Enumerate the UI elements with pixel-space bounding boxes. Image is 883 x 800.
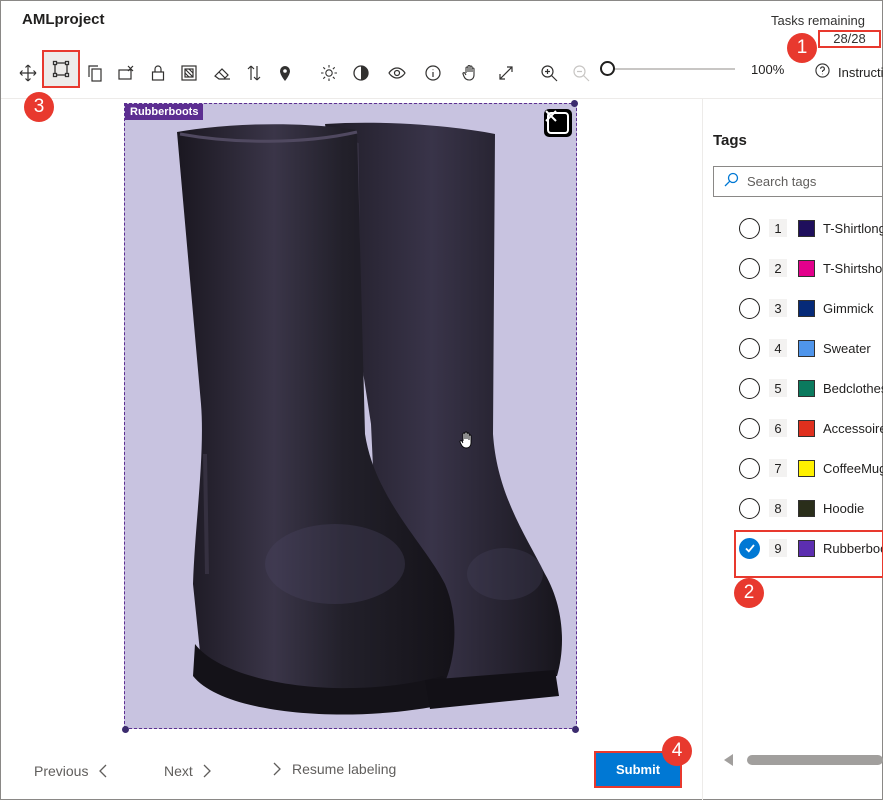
tag-name: Gimmick [823,300,874,316]
tag-item[interactable]: 7 CoffeeMugs [739,455,883,481]
instructions-label: Instructions [838,64,883,80]
move-icon[interactable] [17,62,39,84]
tag-item[interactable]: 3 Gimmick [739,295,874,321]
tag-name: T-Shirtlong [823,220,883,236]
info-icon[interactable] [422,62,444,84]
brightness-icon[interactable] [318,62,340,84]
tag-color-swatch [798,379,815,397]
chevron-left-icon [99,764,107,778]
resume-labeling-button[interactable]: Resume labeling [273,761,396,777]
callout-badge: 3 [24,92,54,122]
pin-icon[interactable] [274,62,296,84]
lock-icon[interactable] [147,62,169,84]
eraser-icon[interactable] [211,62,233,84]
help-icon [815,63,830,81]
box-tag-label: Rubberboots [125,104,204,120]
box-resize-handle[interactable] [571,100,578,107]
tag-radio[interactable] [739,217,760,239]
fit-expand-icon[interactable] [495,62,517,84]
zoom-in-icon[interactable] [538,62,560,84]
tag-number: 8 [769,499,787,517]
callout-badge: 4 [662,736,692,766]
tag-color-swatch [798,259,815,277]
box-resize-handle[interactable] [122,726,129,733]
pan-hand-icon[interactable] [459,62,481,84]
tag-item[interactable]: 5 Bedclothes [739,375,883,401]
tag-number: 5 [769,379,787,397]
tag-radio[interactable] [739,377,760,399]
instructions-button[interactable]: Instructions [815,63,883,81]
tags-panel: Tags 1 T-Shirtlong 2 T-Shirtshort 3 Gimm… [703,99,883,749]
tag-name: CoffeeMugs [823,460,883,476]
visibility-icon[interactable] [386,62,408,84]
tag-number: 4 [769,339,787,357]
tag-number: 7 [769,459,787,477]
previous-label: Previous [34,763,89,779]
hand-cursor-icon [459,431,472,449]
close-icon [545,110,569,134]
search-icon [724,172,739,192]
tasks-remaining-count: 28/28 [818,30,881,48]
horizontal-scrollbar[interactable] [724,752,883,768]
zoom-slider-track[interactable] [607,68,735,70]
selected-tag-highlight [734,530,883,578]
tag-color-swatch [798,339,815,357]
bounding-box-region[interactable]: Rubberboots [124,103,577,729]
tag-item[interactable]: 2 T-Shirtshort [739,255,883,281]
swap-icon[interactable] [243,62,265,84]
zoom-slider-thumb[interactable] [600,61,615,76]
tag-name: T-Shirtshort [823,260,883,276]
tag-number: 1 [769,219,787,237]
tag-radio[interactable] [739,417,760,439]
tag-color-swatch [798,299,815,317]
box-resize-handle[interactable] [572,726,579,733]
tag-number: 3 [769,299,787,317]
tasks-remaining-label: Tasks remaining [771,13,865,28]
callout-badge: 1 [787,33,817,63]
resume-labeling-label: Resume labeling [292,761,397,777]
select-region-icon[interactable] [178,62,200,84]
callout-badge: 2 [734,578,764,608]
zoom-value: 100% [751,62,785,77]
clear-boxes-icon[interactable] [115,62,137,84]
chevron-right-icon [203,764,211,778]
zoom-out-icon[interactable] [570,62,592,84]
tag-color-swatch [798,419,815,437]
tag-color-swatch [798,499,815,517]
previous-button[interactable]: Previous [34,763,107,779]
tag-color-swatch [798,219,815,237]
tag-name: Hoodie [823,500,865,516]
tag-radio[interactable] [739,257,760,279]
tag-search-input[interactable] [747,174,867,189]
rectangular-box-icon[interactable] [42,50,80,88]
next-button[interactable]: Next [164,763,212,779]
labeling-canvas[interactable]: Rubberboots [1,99,702,747]
rubber-boots-image [177,122,562,715]
chevron-right-icon [273,762,281,776]
copy-icon[interactable] [84,62,106,84]
tags-title: Tags [713,132,747,149]
tag-radio[interactable] [739,337,760,359]
app-title: AMLproject [22,11,105,28]
footer-bar: Previous Next Resume labeling Submit [1,747,702,799]
tag-color-swatch [798,459,815,477]
tag-name: Bedclothes [823,380,883,396]
tag-item[interactable]: 1 T-Shirtlong [739,215,883,241]
contrast-icon[interactable] [350,62,372,84]
tag-radio[interactable] [739,497,760,519]
tag-radio[interactable] [739,457,760,479]
scroll-left-icon[interactable] [724,754,733,766]
tag-item[interactable]: 6 Accessoires [739,415,883,441]
tag-item[interactable]: 4 Sweater [739,335,871,361]
next-label: Next [164,763,193,779]
tag-name: Accessoires [823,420,883,436]
tag-radio[interactable] [739,297,760,319]
remove-box-button[interactable] [544,109,572,137]
tag-number: 2 [769,259,787,277]
scroll-thumb[interactable] [747,755,883,765]
tag-search-box[interactable] [713,166,883,197]
tag-item[interactable]: 8 Hoodie [739,495,864,521]
tag-name: Sweater [823,340,871,356]
tag-number: 6 [769,419,787,437]
